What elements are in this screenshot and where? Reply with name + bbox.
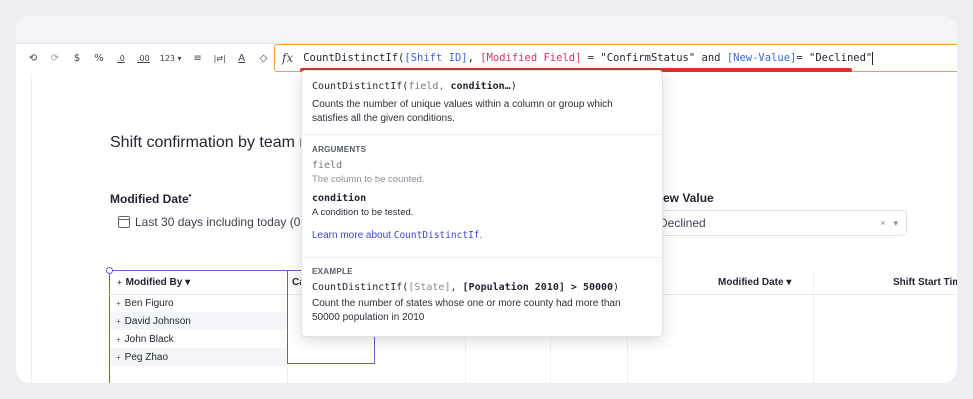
example-field: [State] — [408, 282, 451, 293]
formula-string-confirmstatus: "ConfirmStatus" — [600, 52, 696, 64]
signature-function: CountDistinctIf( — [312, 81, 409, 92]
top-bar — [16, 16, 957, 44]
learn-more-prefix: Learn more about — [312, 230, 394, 241]
text-color-icon[interactable]: A — [233, 48, 251, 68]
expand-icon[interactable]: + — [116, 317, 121, 326]
fill-color-icon[interactable]: ◇ — [255, 48, 273, 68]
fx-icon: fx — [282, 51, 294, 65]
column-header-label: Modified By ▾ — [125, 276, 191, 288]
argument-condition-description: A condition to be tested. — [312, 207, 414, 218]
argument-field-name: field — [312, 160, 343, 171]
function-description: Counts the number of unique values withi… — [312, 99, 613, 124]
function-help-popover: CountDistinctIf(field, condition…) Count… — [301, 70, 663, 337]
table-row[interactable]: + David Johnson — [110, 312, 286, 330]
argument-field-description: The column to be counted. — [312, 174, 425, 185]
arguments-heading: ARGUMENTS — [312, 145, 367, 154]
calendar-icon — [118, 216, 130, 228]
formula-field-new-value: [New-Value] — [726, 52, 797, 64]
row-label: John Black — [124, 333, 174, 345]
divider — [302, 257, 662, 258]
formula-field-shift-id: [Shift ID] — [404, 52, 468, 64]
signature-arg-field: field — [408, 81, 439, 92]
example-heading: EXAMPLE — [312, 267, 353, 276]
clear-icon[interactable]: × — [880, 218, 885, 228]
number-format-dropdown[interactable]: 123 ▾ — [157, 48, 185, 68]
currency-format-button[interactable]: $ — [68, 48, 86, 68]
divider — [302, 134, 662, 135]
increase-decimal-button[interactable]: .00 — [134, 48, 153, 68]
decrease-decimal-button[interactable]: .0 — [112, 48, 130, 68]
column-header-modified-date[interactable]: Modified Date ▾ — [718, 270, 791, 294]
formula-string-declined: "Declined" — [809, 52, 873, 64]
example-function: CountDistinctIf( — [312, 282, 409, 293]
text-cursor — [872, 51, 874, 65]
redo-icon[interactable]: ⟳ — [46, 48, 64, 68]
expand-icon[interactable]: + — [116, 335, 121, 344]
argument-condition-name: condition — [312, 193, 367, 204]
date-range-value: Last 30 days including today (02/0 — [135, 215, 318, 229]
page-title: Shift confirmation by team m — [110, 134, 313, 151]
chevron-down-icon[interactable]: ▾ — [893, 218, 898, 229]
row-gutter — [31, 74, 32, 383]
date-range-input[interactable]: Last 30 days including today (02/0 — [110, 210, 320, 234]
column-header-modified-by[interactable]: + Modified By ▾ — [117, 270, 190, 294]
percent-format-button[interactable]: % — [90, 48, 108, 68]
signature-arg-condition: condition… — [450, 81, 511, 92]
new-value-select[interactable]: Declined × ▾ — [652, 210, 907, 236]
learn-more-function: CountDistinctIf — [393, 230, 480, 241]
example-condition: [Population 2010] > 50000 — [462, 282, 614, 293]
formula-and: and — [695, 52, 727, 64]
formula-function: CountDistinctIf( — [303, 52, 405, 64]
expand-icon[interactable]: + — [116, 299, 121, 308]
example-description: Count the number of states whose one or … — [312, 298, 621, 323]
function-signature: CountDistinctIf(field, condition…) — [312, 81, 652, 92]
expand-icon: + — [117, 277, 122, 287]
learn-more-suffix: . — [479, 230, 483, 241]
learn-more-link[interactable]: Learn more about CountDistinctIf. — [312, 230, 652, 241]
modified-date-label: Modified Date• — [110, 191, 192, 206]
table-row[interactable]: + Peg Zhao — [110, 348, 286, 366]
required-mark: • — [188, 191, 192, 200]
new-value-selected: Declined — [659, 216, 706, 230]
undo-icon[interactable]: ⟲ — [24, 48, 42, 68]
example-close: ) — [613, 282, 620, 293]
column-header-shift-start-time[interactable]: Shift Start Time — [893, 270, 957, 294]
formula-equals: = — [581, 52, 601, 64]
column-divider — [813, 270, 814, 383]
table-row[interactable]: + Ben Figuro — [110, 294, 286, 312]
formula-equals-2: = — [796, 52, 810, 64]
example-separator: , — [450, 282, 463, 293]
example-code: CountDistinctIf([State], [Population 201… — [312, 282, 652, 293]
formula-separator: , — [467, 52, 481, 64]
expand-icon[interactable]: + — [116, 353, 121, 362]
row-label: Ben Figuro — [124, 297, 174, 309]
signature-separator: , — [438, 81, 451, 92]
new-value-label: ew Value — [663, 191, 714, 205]
row-label: David Johnson — [124, 315, 191, 327]
wrap-icon[interactable]: |⇄| — [211, 48, 229, 68]
formula-field-modified-field: [Modified Field] — [480, 52, 582, 64]
align-icon[interactable]: ≡ — [189, 48, 207, 68]
signature-close: ) — [510, 81, 517, 92]
table-row[interactable]: + John Black — [110, 330, 286, 348]
row-label: Peg Zhao — [124, 351, 169, 363]
